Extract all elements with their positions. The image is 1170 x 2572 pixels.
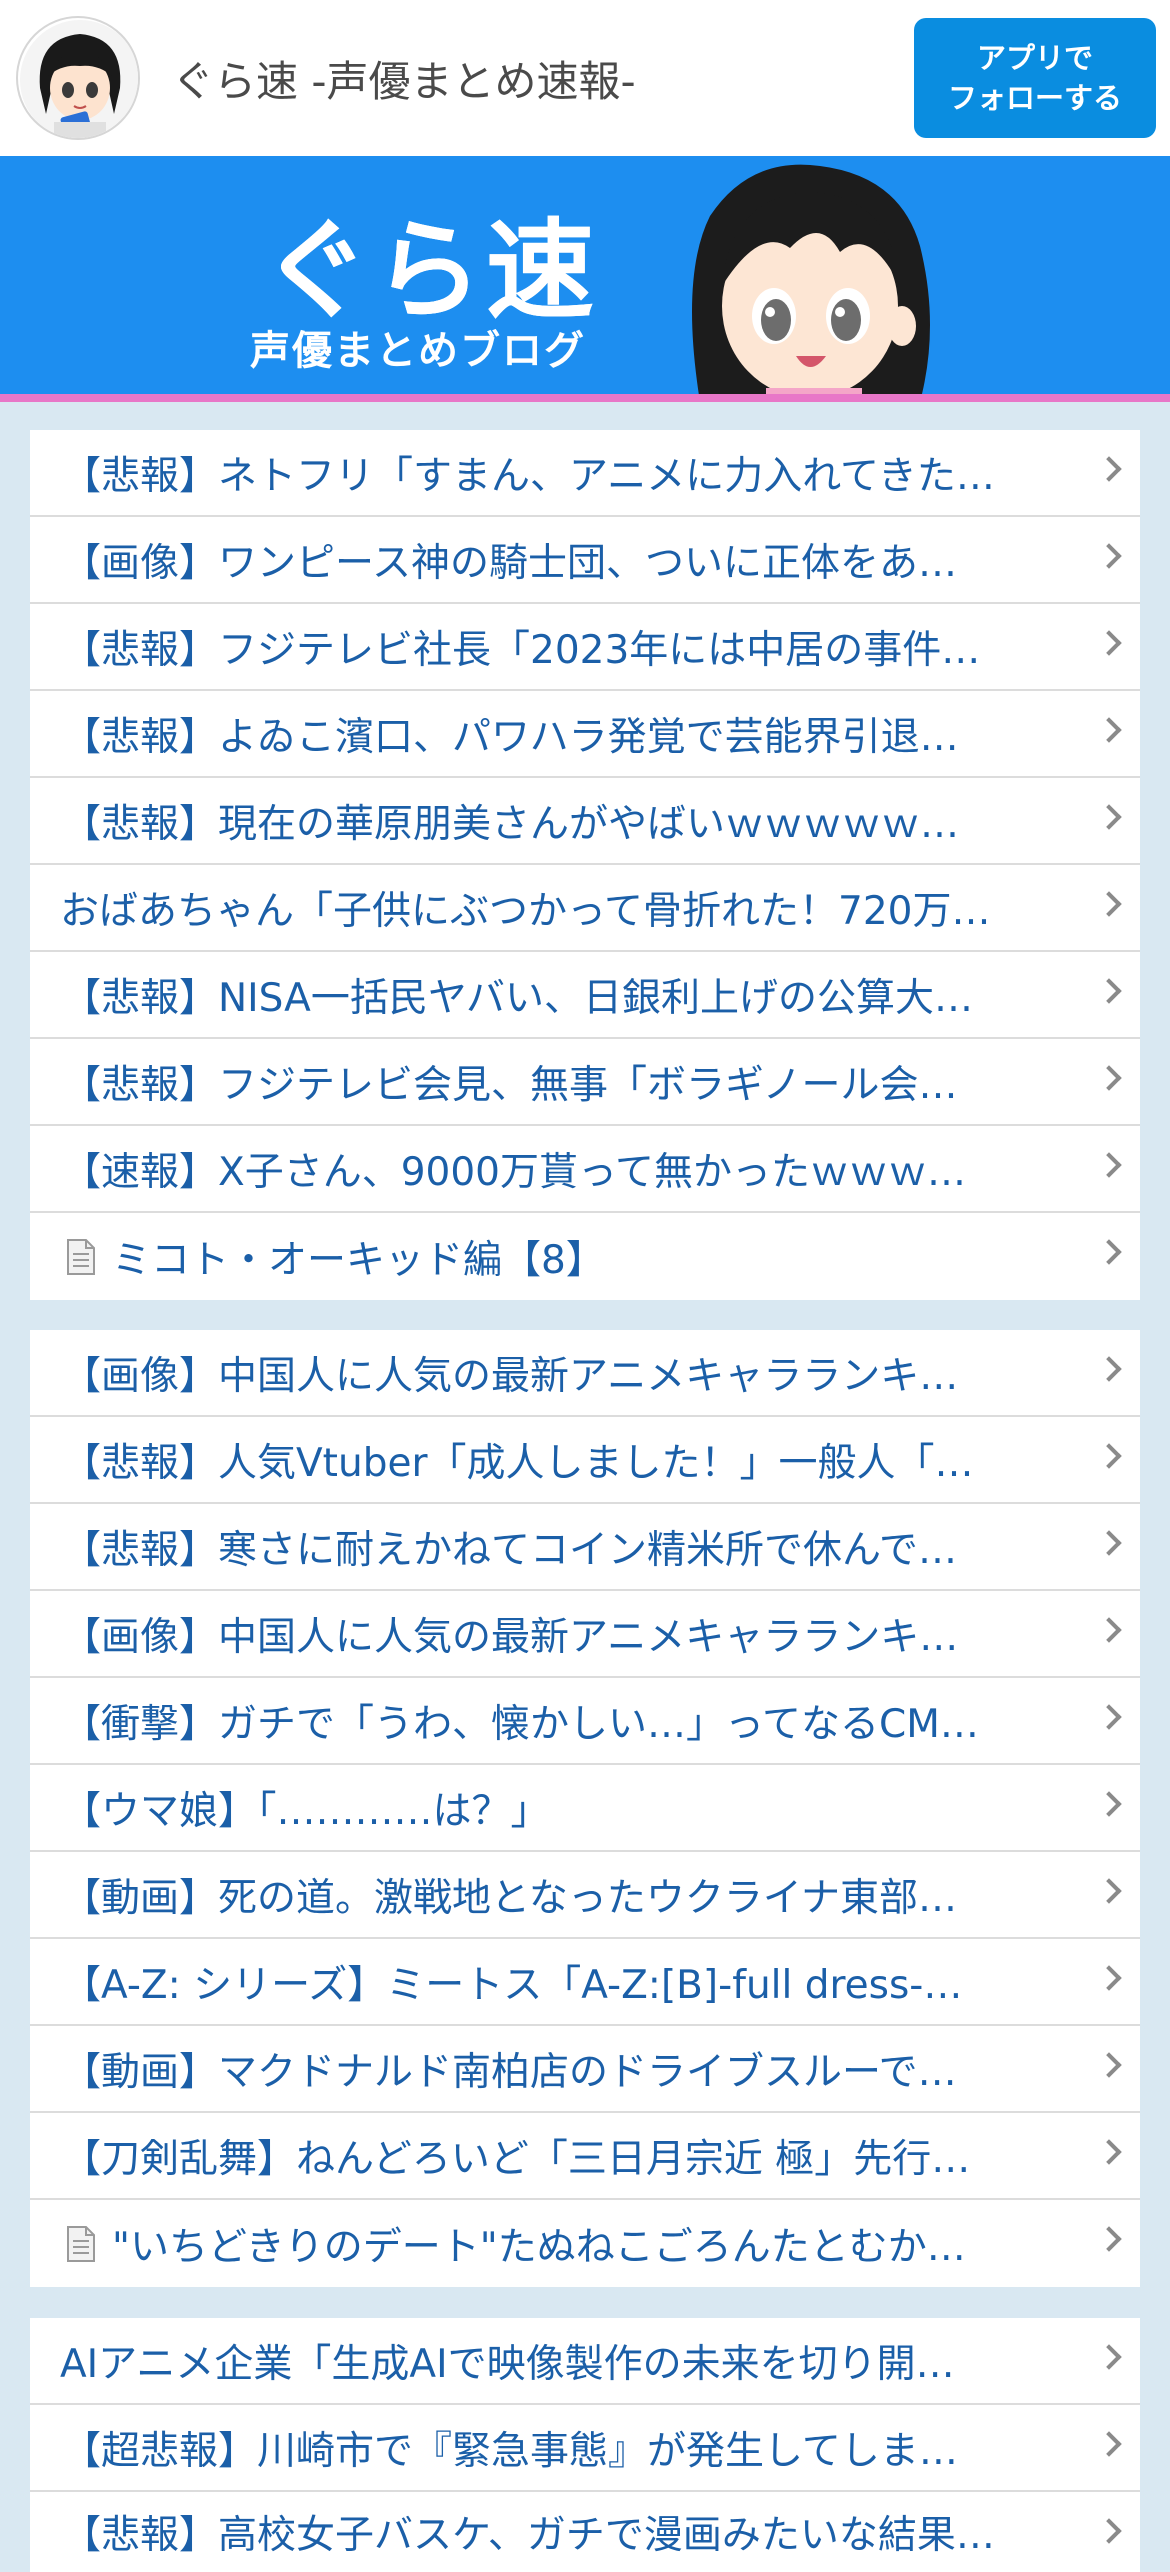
article-row[interactable]: 【悲報】NISA一括民ヤバい、日銀利上げの公算大… (30, 952, 1140, 1039)
chevron-right-icon (1096, 1356, 1122, 1382)
chevron-right-icon (1096, 978, 1122, 1004)
article-row[interactable]: 【画像】ワンピース神の騎士団、ついに正体をあ… (30, 517, 1140, 604)
article-title: 【超悲報】川崎市で『緊急事態』が発生してしま… (62, 2428, 958, 2474)
article-list-1: 【悲報】ネトフリ「すまん、アニメに力入れてきた… 【画像】ワンピース神の騎士団、つ… (30, 430, 1140, 1300)
chevron-right-icon (1096, 456, 1122, 482)
article-row[interactable]: 【悲報】フジテレビ社長「2023年には中居の事件… (30, 604, 1140, 691)
chevron-right-icon (1096, 1791, 1122, 1817)
article-row[interactable]: 【悲報】ネトフリ「すまん、アニメに力入れてきた… (30, 430, 1140, 517)
article-title: 【悲報】ネトフリ「すまん、アニメに力入れてきた… (62, 453, 995, 499)
article-title: "いちどきりのデート"たぬねこごろんたとむか… (112, 2224, 966, 2270)
chevron-right-icon (1096, 630, 1122, 656)
chevron-right-icon (1096, 1152, 1122, 1178)
chevron-right-icon (1096, 1965, 1122, 1991)
follow-button-line2: フォローする (947, 81, 1122, 115)
article-row[interactable]: 【衝撃】ガチで「うわ、懐かしい…」ってなるCM… (30, 1678, 1140, 1765)
article-title: おばあちゃん「子供にぶつかって骨折れた！720万… (60, 888, 991, 934)
site-title[interactable]: ぐら速 -声優まとめ速報- (172, 48, 636, 109)
article-title: 【ウマ娘】「…………は？」 (62, 1788, 550, 1834)
chevron-right-icon (1096, 2518, 1122, 2544)
article-row[interactable]: おばあちゃん「子供にぶつかって骨折れた！720万… (30, 865, 1140, 952)
article-row[interactable]: ミコト・オーキッド編【8】 (30, 1213, 1140, 1300)
article-row[interactable]: 【画像】中国人に人気の最新アニメキャラランキ… (30, 1330, 1140, 1417)
chevron-right-icon (1096, 1704, 1122, 1730)
chevron-right-icon (1096, 1239, 1122, 1265)
article-row[interactable]: 【悲報】現在の華原朋美さんがやばいｗｗｗｗｗ… (30, 778, 1140, 865)
article-row[interactable]: 【速報】X子さん、9000万貰って無かったｗｗｗ… (30, 1126, 1140, 1213)
article-row[interactable]: 【悲報】高校女子バスケ、ガチで漫画みたいな結果… (30, 2492, 1140, 2572)
follow-in-app-button[interactable]: アプリで フォローする (914, 18, 1156, 138)
article-row[interactable]: 【動画】マクドナルド南柏店のドライブスルーで… (30, 2026, 1140, 2113)
article-title: 【悲報】フジテレビ会見、無事「ボラギノール会… (62, 1062, 958, 1108)
site-header: ぐら速 -声優まとめ速報- アプリで フォローする (0, 0, 1170, 156)
article-row[interactable]: 【A-Z: シリーズ】ミートス「A-Z:[B]-full dress-… (30, 1939, 1140, 2026)
article-row[interactable]: 【ウマ娘】「…………は？」 (30, 1765, 1140, 1852)
article-title: 【動画】マクドナルド南柏店のドライブスルーで… (62, 2049, 957, 2095)
article-list-3: AIアニメ企業「生成AIで映像製作の未来を切り開… 【超悲報】川崎市で『緊急事態』… (30, 2318, 1140, 2572)
article-row[interactable]: AIアニメ企業「生成AIで映像製作の未来を切り開… (30, 2318, 1140, 2405)
article-title: ミコト・オーキッド編【8】 (112, 1237, 605, 1283)
article-row[interactable]: "いちどきりのデート"たぬねこごろんたとむか… (30, 2200, 1140, 2287)
article-list-2: 【画像】中国人に人気の最新アニメキャラランキ… 【悲報】人気Vtuber「成人しま… (30, 1330, 1140, 2287)
chevron-right-icon (1096, 543, 1122, 569)
banner-subtitle: 声優まとめブログ (250, 328, 586, 374)
chevron-right-icon (1096, 2139, 1122, 2165)
chevron-right-icon (1096, 1065, 1122, 1091)
banner-logo: ぐら速 (262, 209, 599, 334)
chevron-right-icon (1096, 2226, 1122, 2252)
chevron-right-icon (1096, 2344, 1122, 2370)
article-title: 【画像】中国人に人気の最新アニメキャラランキ… (62, 1353, 959, 1399)
article-title: 【衝撃】ガチで「うわ、懐かしい…」ってなるCM… (62, 1701, 979, 1747)
article-row[interactable]: 【画像】中国人に人気の最新アニメキャラランキ… (30, 1591, 1140, 1678)
chevron-right-icon (1096, 1443, 1122, 1469)
article-row[interactable]: 【動画】死の道。激戦地となったウクライナ東部… (30, 1852, 1140, 1939)
chevron-right-icon (1096, 1878, 1122, 1904)
document-icon (67, 1238, 95, 1275)
article-row[interactable]: 【超悲報】川崎市で『緊急事態』が発生してしま… (30, 2405, 1140, 2492)
mascot-girl-icon (692, 164, 930, 394)
site-avatar[interactable] (16, 16, 140, 140)
article-row[interactable]: 【悲報】人気Vtuber「成人しました！」一般人「… (30, 1417, 1140, 1504)
article-title: 【悲報】人気Vtuber「成人しました！」一般人「… (62, 1440, 974, 1486)
article-title: 【画像】中国人に人気の最新アニメキャラランキ… (62, 1614, 959, 1660)
chevron-right-icon (1096, 891, 1122, 917)
article-row[interactable]: 【刀剣乱舞】ねんどろいど「三日月宗近 極」先行… (30, 2113, 1140, 2200)
chevron-right-icon (1096, 1530, 1122, 1556)
follow-button-line1: アプリで (976, 41, 1093, 75)
chevron-right-icon (1096, 1617, 1122, 1643)
article-row[interactable]: 【悲報】寒さに耐えかねてコイン精米所で休んで… (30, 1504, 1140, 1591)
article-title: 【悲報】現在の華原朋美さんがやばいｗｗｗｗｗ… (62, 801, 960, 847)
article-title: AIアニメ企業「生成AIで映像製作の未来を切り開… (60, 2341, 955, 2387)
article-row[interactable]: 【悲報】フジテレビ会見、無事「ボラギノール会… (30, 1039, 1140, 1126)
chevron-right-icon (1096, 804, 1122, 830)
chevron-right-icon (1096, 2431, 1122, 2457)
article-title: 【悲報】寒さに耐えかねてコイン精米所で休んで… (62, 1527, 958, 1573)
document-icon (67, 2225, 95, 2262)
chevron-right-icon (1096, 717, 1122, 743)
article-title: 【刀剣乱舞】ねんどろいど「三日月宗近 極」先行… (62, 2136, 971, 2182)
article-title: 【悲報】高校女子バスケ、ガチで漫画みたいな結果… (62, 2513, 995, 2558)
article-title: 【動画】死の道。激戦地となったウクライナ東部… (62, 1875, 958, 1921)
avatar-character-icon (20, 20, 138, 138)
article-row[interactable]: 【悲報】よゐこ濱口、パワハラ発覚で芸能界引退… (30, 691, 1140, 778)
article-title: 【A-Z: シリーズ】ミートス「A-Z:[B]-full dress-… (62, 1962, 963, 2008)
article-title: 【悲報】フジテレビ社長「2023年には中居の事件… (62, 627, 981, 673)
article-title: 【悲報】よゐこ濱口、パワハラ発覚で芸能界引退… (62, 714, 959, 760)
article-title: 【速報】X子さん、9000万貰って無かったｗｗｗ… (62, 1149, 967, 1195)
article-title: 【悲報】NISA一括民ヤバい、日銀利上げの公算大… (62, 975, 974, 1021)
site-banner[interactable]: ぐら速 声優まとめブログ (0, 156, 1170, 402)
chevron-right-icon (1096, 2052, 1122, 2078)
article-title: 【画像】ワンピース神の騎士団、ついに正体をあ… (62, 540, 958, 586)
